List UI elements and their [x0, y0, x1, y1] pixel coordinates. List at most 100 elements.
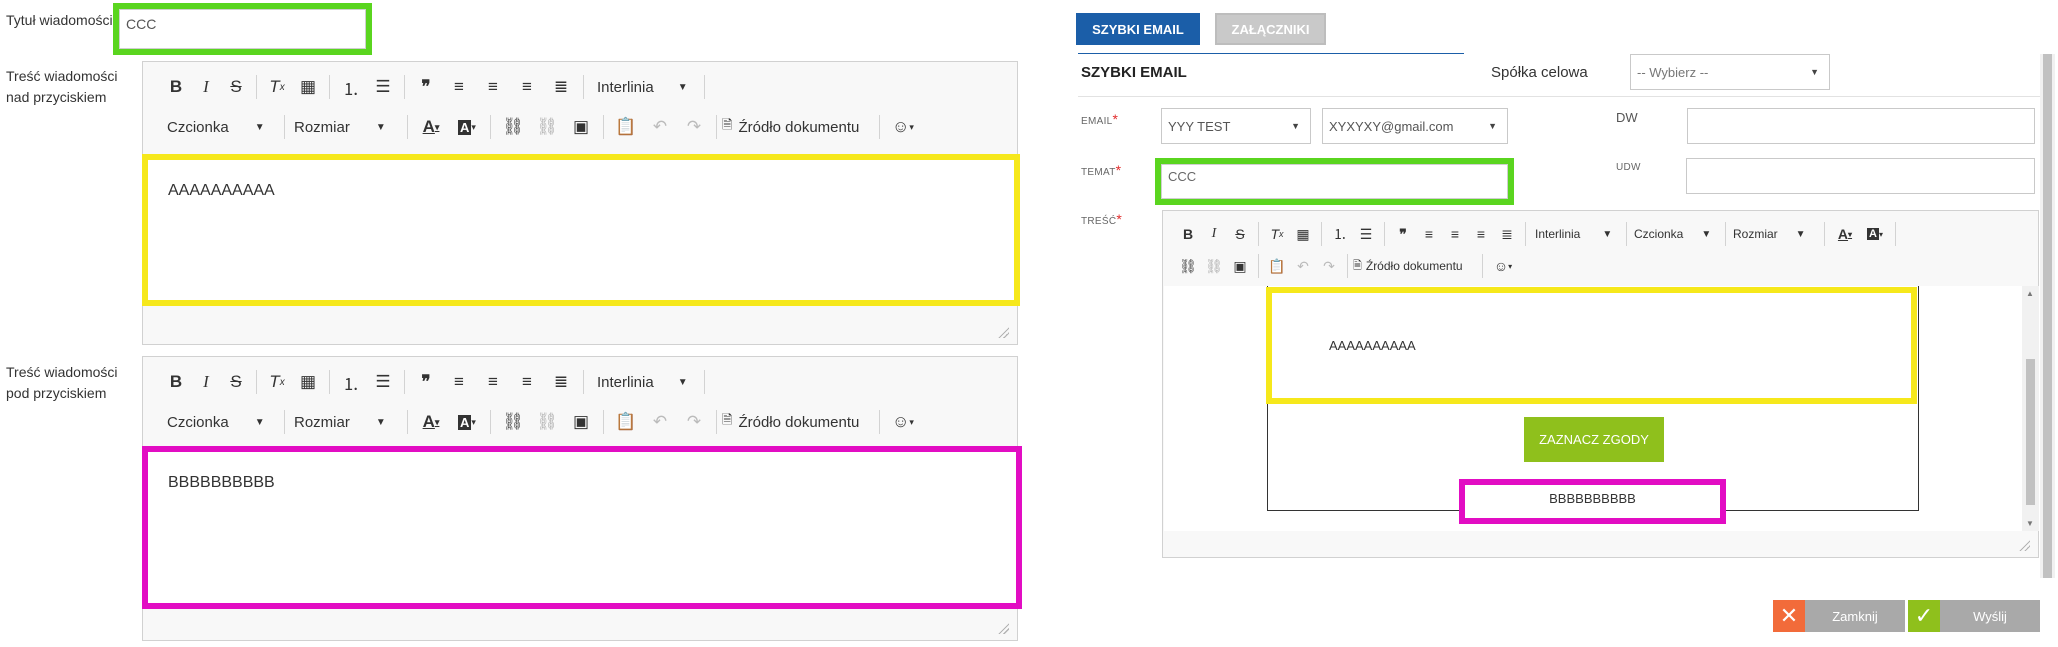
title-input[interactable]: CCC [119, 9, 366, 49]
email-address-select[interactable]: XYXYXY@gmail.com ▼ [1322, 108, 1508, 144]
paste-icon[interactable]: 📋 [609, 407, 643, 437]
redo-icon[interactable]: ↷ [677, 112, 711, 142]
text-color-icon[interactable]: A ▾ [413, 112, 449, 142]
background-color-icon[interactable]: A ▾ [1860, 219, 1890, 249]
image-icon[interactable]: ▣ [1227, 251, 1253, 281]
italic-button[interactable]: I [1201, 219, 1227, 249]
table-icon[interactable]: ▦ [1290, 219, 1316, 249]
close-button[interactable]: ✕ Zamknij [1773, 600, 1905, 632]
editor-scroll-thumb[interactable] [2026, 359, 2035, 505]
emoji-icon[interactable]: ☺ ▾ [885, 112, 921, 142]
align-justify-icon[interactable]: ≣ [544, 72, 578, 102]
align-right-icon[interactable]: ≡ [510, 367, 544, 397]
align-left-icon[interactable]: ≡ [1416, 219, 1442, 249]
undo-icon[interactable]: ↶ [643, 407, 677, 437]
source-button[interactable]: 🗎 Źródło dokumentu [722, 112, 874, 142]
font-dropdown[interactable]: Czcionka ▼ [1632, 219, 1720, 249]
undo-icon[interactable]: ↶ [643, 112, 677, 142]
editor-below-content[interactable]: BBBBBBBBBB [148, 452, 1016, 603]
udw-input[interactable] [1686, 158, 2035, 194]
link-icon[interactable]: ⛓ [496, 407, 530, 437]
send-button[interactable]: ✓ Wyślij [1908, 600, 2040, 632]
italic-button[interactable]: I [191, 72, 221, 102]
preview-above-text: AAAAAAAAAA [1329, 338, 1416, 353]
tab-quick-email[interactable]: SZYBKI EMAIL [1076, 13, 1200, 45]
scroll-up-icon[interactable]: ▲ [2026, 289, 2034, 298]
scroll-down-icon[interactable]: ▼ [2026, 519, 2034, 528]
blockquote-icon[interactable]: ❞ [1390, 219, 1416, 249]
align-left-icon[interactable]: ≡ [442, 367, 476, 397]
background-color-icon[interactable]: A ▾ [449, 407, 485, 437]
resize-grip-icon[interactable] [2018, 539, 2030, 551]
consent-button[interactable]: ZAZNACZ ZGODY [1524, 417, 1664, 462]
editor-above-content[interactable]: AAAAAAAAAA [148, 160, 1014, 300]
remove-format-icon[interactable]: Tx [1264, 219, 1290, 249]
numbered-list-icon[interactable]: ⒈ [1327, 219, 1353, 249]
link-icon[interactable]: ⛓ [1175, 251, 1201, 281]
strikethrough-button[interactable]: S [221, 72, 251, 102]
align-right-icon[interactable]: ≡ [510, 72, 544, 102]
font-dropdown[interactable]: Czcionka ▼ [167, 407, 279, 437]
align-left-icon[interactable]: ≡ [442, 72, 476, 102]
italic-button[interactable]: I [191, 367, 221, 397]
unlink-icon[interactable]: ⛓ [1201, 251, 1227, 281]
source-button[interactable]: 🗎 Źródło dokumentu [722, 407, 874, 437]
strikethrough-button[interactable]: S [1227, 219, 1253, 249]
dw-input[interactable] [1687, 108, 2035, 144]
undo-icon[interactable]: ↶ [1290, 251, 1316, 281]
align-center-icon[interactable]: ≡ [476, 367, 510, 397]
size-dropdown[interactable]: Rozmiar ▼ [1731, 219, 1819, 249]
remove-format-icon[interactable]: Tx [262, 367, 292, 397]
image-icon[interactable]: ▣ [564, 407, 598, 437]
text-color-icon[interactable]: A ▾ [413, 407, 449, 437]
redo-icon[interactable]: ↷ [677, 407, 711, 437]
resize-grip-icon[interactable] [997, 326, 1009, 338]
subject-input[interactable]: CCC [1161, 164, 1508, 199]
bullet-list-icon[interactable]: ☰ [367, 367, 399, 397]
paste-icon[interactable]: 📋 [609, 112, 643, 142]
numbered-list-icon[interactable]: ⒈ [335, 72, 367, 102]
align-center-icon[interactable]: ≡ [476, 72, 510, 102]
company-select[interactable]: -- Wybierz -- ▼ [1630, 54, 1830, 90]
bold-button[interactable]: B [161, 72, 191, 102]
bullet-list-icon[interactable]: ☰ [367, 72, 399, 102]
unlink-icon[interactable]: ⛓ [530, 112, 564, 142]
table-icon[interactable]: ▦ [292, 367, 324, 397]
remove-format-icon[interactable]: Tx [262, 72, 292, 102]
page-scroll-thumb[interactable] [2043, 54, 2052, 578]
align-justify-icon[interactable]: ≣ [1494, 219, 1520, 249]
bullet-list-icon[interactable]: ☰ [1353, 219, 1379, 249]
line-spacing-dropdown[interactable]: Interlinia ▼ [589, 367, 699, 397]
align-justify-icon[interactable]: ≣ [544, 367, 578, 397]
image-icon[interactable]: ▣ [564, 112, 598, 142]
size-dropdown[interactable]: Rozmiar ▼ [290, 407, 402, 437]
align-center-icon[interactable]: ≡ [1442, 219, 1468, 249]
numbered-list-icon[interactable]: ⒈ [335, 367, 367, 397]
bold-button[interactable]: B [161, 367, 191, 397]
emoji-icon[interactable]: ☺ ▾ [1488, 251, 1518, 281]
strikethrough-button[interactable]: S [221, 367, 251, 397]
bold-button[interactable]: B [1175, 219, 1201, 249]
editor-scrollbar[interactable]: ▲ ▼ [2022, 286, 2039, 531]
tab-attachments[interactable]: ZAŁĄCZNIKI [1215, 13, 1326, 45]
size-dropdown[interactable]: Rozmiar ▼ [290, 112, 402, 142]
table-icon[interactable]: ▦ [292, 72, 324, 102]
blockquote-icon[interactable]: ❞ [410, 72, 442, 102]
resize-grip-icon[interactable] [997, 622, 1009, 634]
blockquote-icon[interactable]: ❞ [410, 367, 442, 397]
paste-icon[interactable]: 📋 [1264, 251, 1290, 281]
link-icon[interactable]: ⛓ [496, 112, 530, 142]
redo-icon[interactable]: ↷ [1316, 251, 1342, 281]
emoji-icon[interactable]: ☺ ▾ [885, 407, 921, 437]
email-contact-select[interactable]: YYY TEST ▼ [1161, 108, 1311, 144]
background-color-icon[interactable]: A ▾ [449, 112, 485, 142]
align-right-icon[interactable]: ≡ [1468, 219, 1494, 249]
editor-above-toolbar-row1: B I S Tx ▦ ⒈ ☰ ❞ ≡ ≡ ≡ ≣ Interlinia ▼ [161, 72, 710, 102]
source-button[interactable]: 🗎 Źródło dokumentu [1353, 251, 1477, 281]
text-color-icon[interactable]: A ▾ [1830, 219, 1860, 249]
page-scrollbar[interactable] [2040, 54, 2055, 578]
unlink-icon[interactable]: ⛓ [530, 407, 564, 437]
line-spacing-dropdown[interactable]: Interlinia ▼ [1531, 219, 1621, 249]
line-spacing-dropdown[interactable]: Interlinia ▼ [589, 72, 699, 102]
font-dropdown[interactable]: Czcionka ▼ [167, 112, 279, 142]
